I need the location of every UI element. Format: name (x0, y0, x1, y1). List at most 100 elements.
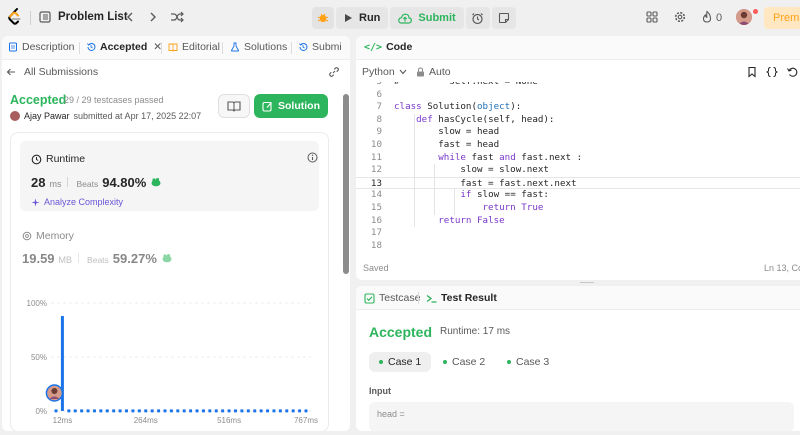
code-line[interactable]: 16 return False (356, 215, 800, 228)
chart-bar (54, 409, 58, 413)
info-icon[interactable] (307, 152, 318, 163)
timer-button[interactable] (465, 7, 490, 29)
user-avatar[interactable] (736, 9, 752, 25)
memory-values: 19.59 MB Beats 59.27% (22, 251, 173, 266)
line-number: 6 (376, 88, 382, 100)
tab-description[interactable]: Description (8, 41, 75, 53)
tab-solutions[interactable]: Solutions (230, 41, 287, 53)
solution-button[interactable]: Solution (254, 94, 328, 118)
left-tab-bar: Description Accepted ✕ Editorial Solutio… (2, 36, 350, 60)
editorial-button[interactable] (218, 94, 250, 118)
tab-editorial[interactable]: Editorial (168, 41, 220, 53)
chart-bar (73, 409, 77, 413)
language-select[interactable]: Python (362, 66, 407, 78)
code-text: # self.next = None (394, 82, 538, 87)
bookmark-icon[interactable] (746, 66, 758, 78)
submission-panel: Description Accepted ✕ Editorial Solutio… (2, 36, 350, 431)
tab-divider (418, 292, 419, 304)
code-title-label: Code (386, 41, 413, 53)
arrow-left-icon (6, 68, 15, 76)
code-line[interactable]: 11 while fast and fast.next : (356, 152, 800, 165)
run-button[interactable]: Run (336, 7, 389, 29)
code-area[interactable]: 5 # self.next = None 67 class Solution(obje… (356, 82, 800, 254)
auto-mode[interactable]: Auto (416, 66, 451, 78)
code-line[interactable]: 15 return True (356, 202, 800, 215)
runtime-card[interactable]: Runtime 28 ms Beats 94.80% Analyze Compl… (20, 141, 319, 211)
fire-streak-icon[interactable] (700, 10, 714, 24)
code-line[interactable]: 12 slow = slow.next (356, 164, 800, 177)
next-problem-icon[interactable] (146, 10, 160, 24)
sparkle-icon (31, 198, 40, 206)
chart-bar (144, 409, 148, 413)
checkbox-icon (364, 292, 375, 304)
shuffle-icon[interactable] (170, 10, 184, 24)
case-pass-dot (443, 360, 447, 364)
case-tab-3[interactable]: Case 3 (497, 352, 559, 372)
problem-list-label[interactable]: Problem List (58, 11, 128, 23)
tab-solutions-label: Solutions (244, 41, 288, 53)
tab-testcase[interactable]: Testcase (364, 292, 420, 304)
premium-button[interactable]: Premi (764, 7, 800, 29)
all-submissions-label: All Submissions (24, 66, 99, 78)
input-value-box: head = (369, 402, 794, 431)
memory-title[interactable]: Memory (22, 230, 74, 242)
chart-bar (221, 409, 225, 413)
code-line[interactable]: 9 slow = head (356, 126, 800, 139)
line-number: 16 (370, 214, 382, 226)
code-line[interactable]: 13 fast = fast.next.next (356, 176, 800, 190)
link-icon[interactable] (328, 66, 340, 78)
input-label: Input (369, 386, 391, 396)
case-tab-1[interactable]: Case 1 (369, 352, 432, 372)
format-braces-icon[interactable] (766, 66, 778, 78)
code-line[interactable]: 7 class Solution(object): (356, 101, 800, 114)
code-line[interactable]: 17 (356, 227, 800, 240)
chart-bar (67, 409, 71, 413)
line-number: 18 (370, 239, 382, 251)
code-brackets-icon: </> (364, 41, 383, 53)
tab-accepted-label: Accepted (100, 41, 148, 53)
submit-button[interactable]: Submit (390, 7, 464, 29)
all-submissions-link[interactable]: All Submissions (6, 66, 98, 78)
flask-icon (231, 42, 239, 52)
chart-bar (272, 409, 276, 413)
case-tab-2[interactable]: Case 2 (433, 352, 495, 372)
code-line[interactable]: 10 fast = head (356, 139, 800, 152)
submitter-name[interactable]: Ajay Pawar (24, 111, 70, 121)
problem-list-icon[interactable] (39, 11, 51, 23)
debug-bug-icon (317, 13, 329, 22)
line-number: 8 (376, 113, 382, 125)
chart-bar (285, 409, 289, 413)
indent-guide (414, 113, 415, 228)
panel-splitter[interactable] (356, 280, 800, 285)
code-line[interactable]: 5 # self.next = None (356, 82, 800, 89)
chart-bar (214, 409, 218, 413)
y-tick-label: 50% (31, 353, 47, 362)
tab-submissions[interactable]: Submi (298, 41, 342, 53)
tab-test-result[interactable]: Test Result (426, 292, 497, 304)
case-2-label: Case 2 (452, 356, 486, 368)
code-text: return True (482, 202, 544, 213)
leetcode-logo-icon[interactable] (7, 8, 23, 27)
code-text: if slow == fast: (460, 189, 549, 201)
reset-icon[interactable] (786, 66, 798, 78)
debug-button[interactable] (312, 7, 334, 29)
code-line[interactable]: 18 (356, 240, 800, 253)
scrollbar-thumb[interactable] (343, 94, 349, 274)
tab-testcase-label: Testcase (379, 292, 421, 304)
chart-bar (208, 409, 212, 413)
y-tick-label: 0% (35, 407, 47, 416)
layout-grid-icon[interactable] (645, 10, 659, 24)
tab-accepted[interactable]: Accepted ✕ (86, 41, 162, 53)
code-line[interactable]: 8 def hasCycle(self, head): (356, 114, 800, 127)
runtime-distribution-chart[interactable]: 100% 50% 0% 12ms 264ms 516ms 767ms (19, 293, 319, 429)
notes-button[interactable] (491, 7, 516, 29)
chart-bar (163, 409, 167, 413)
chart-bar (298, 409, 302, 413)
line-number: 14 (370, 189, 382, 201)
code-line[interactable]: 14 if slow == fast: (356, 189, 800, 202)
gear-icon[interactable] (673, 10, 687, 24)
code-line[interactable]: 6 (356, 89, 800, 102)
memory-unit: MB (58, 255, 73, 265)
analyze-complexity-link[interactable]: Analyze Complexity (31, 197, 123, 207)
prev-problem-icon[interactable] (123, 10, 137, 24)
